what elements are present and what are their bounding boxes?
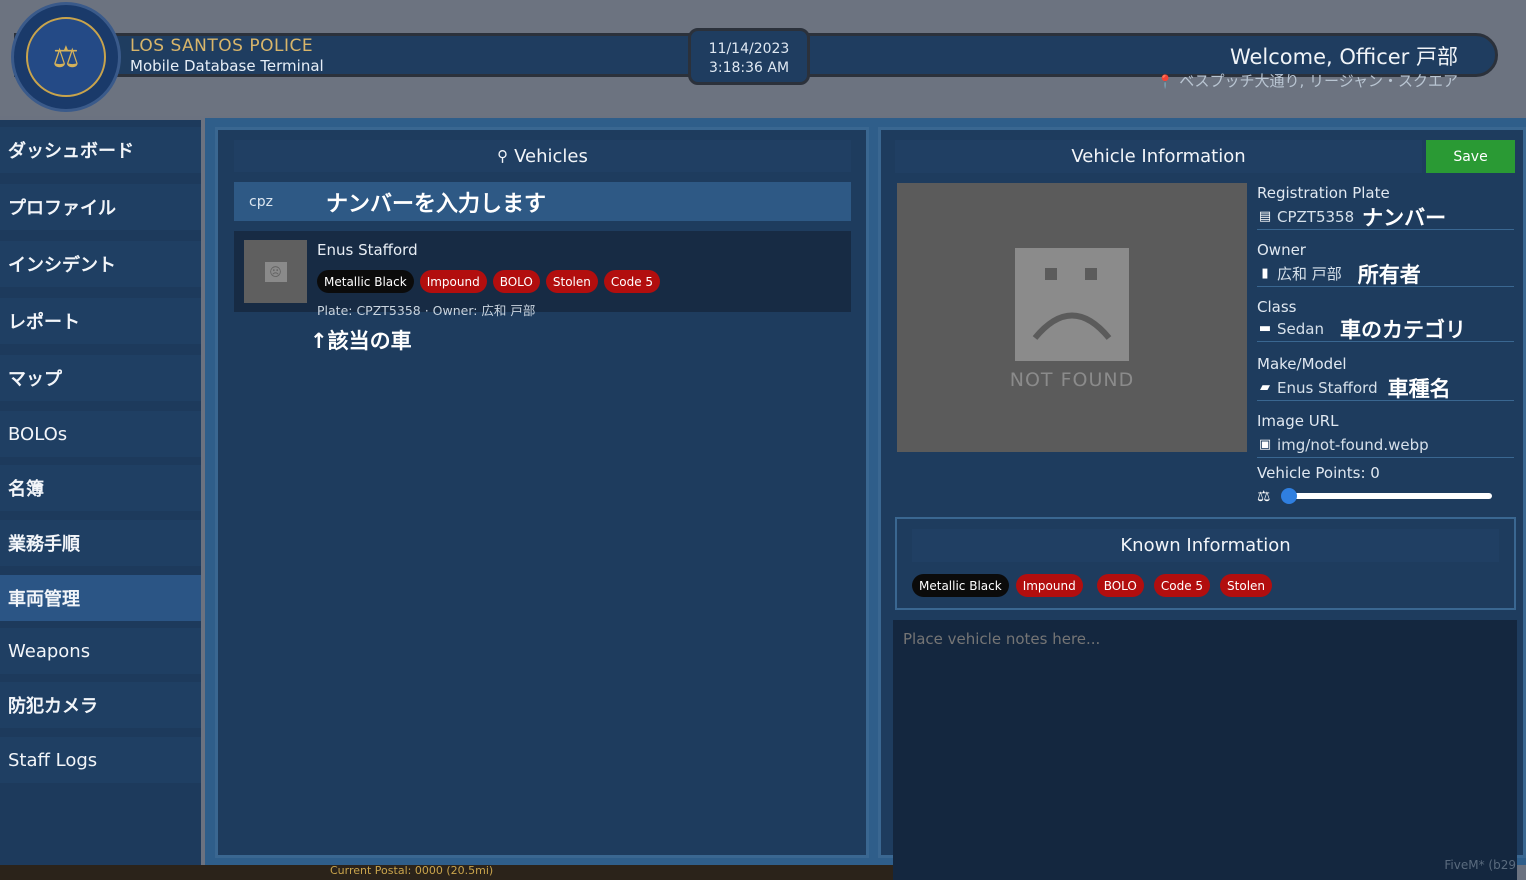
make-label: Make/Model <box>1257 355 1347 373</box>
sidebar-item-map[interactable]: マップ <box>0 355 201 401</box>
frown-icon <box>1032 312 1112 340</box>
known-tag-stolen: Stolen <box>1220 574 1273 597</box>
welcome-text: Welcome, Officer 戸部 <box>1229 45 1458 69</box>
owner-label: Owner <box>1257 241 1306 259</box>
known-tags: Metallic Black Impound BOLO Code 5 Stole… <box>912 574 1273 597</box>
bookmark-icon: ▮ <box>1261 266 1269 281</box>
image-url-label: Image URL <box>1257 412 1339 430</box>
not-found-icon: ☹ <box>264 261 287 282</box>
car-icon: ▰ <box>1260 380 1270 395</box>
known-tag-bolo: BOLO <box>1096 574 1144 597</box>
class-annotation: 車のカテゴリ <box>1339 317 1466 342</box>
sidebar-item-dashboard[interactable]: ダッシュボード <box>0 127 201 173</box>
not-found-text: NOT FOUND <box>1009 369 1135 391</box>
lspd-logo: ⚖ <box>11 2 121 112</box>
sidebar-item-roster[interactable]: 名簿 <box>0 465 201 511</box>
sidebar-item-weapons[interactable]: Weapons <box>0 628 201 674</box>
known-information-box: Known Information Metallic Black Impound… <box>895 517 1516 610</box>
scale-icon: ⚖ <box>1257 487 1271 505</box>
owner-annotation: 所有者 <box>1357 262 1421 287</box>
class-label: Class <box>1257 298 1297 316</box>
sidebar-item-vehicles[interactable]: 車両管理 <box>0 575 201 621</box>
tag-color: Metallic Black <box>317 270 414 293</box>
id-card-icon: ▤ <box>1258 209 1272 224</box>
clock-time: 3:18:36 AM <box>708 60 790 76</box>
clock: 11/14/2023 3:18:36 AM <box>688 28 810 85</box>
vehicle-image: NOT FOUND <box>897 183 1247 452</box>
image-url-field[interactable]: ▣ img/not-found.webp <box>1257 432 1514 458</box>
known-tag-impound: Impound <box>1015 574 1083 597</box>
result-tags: Metallic Black Impound BOLO Stolen Code … <box>317 270 661 293</box>
class-field[interactable]: ▬ Sedan 車のカテゴリ <box>1257 316 1514 342</box>
sidebar: ダッシュボード プロファイル インシデント レポート マップ BOLOs 名簿 … <box>0 120 201 865</box>
known-tag-color: Metallic Black <box>912 574 1009 597</box>
class-value: Sedan <box>1277 319 1324 338</box>
sidebar-item-incidents[interactable]: インシデント <box>0 241 201 287</box>
sidebar-item-profile[interactable]: プロファイル <box>0 184 201 230</box>
sidebar-item-reports[interactable]: レポート <box>0 298 201 344</box>
tag-stolen: Stolen <box>545 270 598 293</box>
result-meta: Plate: CPZT5358 · Owner: 広和 戸部 <box>317 303 536 318</box>
pin-icon: 📍 <box>1157 75 1174 90</box>
vehicle-thumbnail: ☹ <box>244 240 307 303</box>
tag-code5: Code 5 <box>603 270 661 293</box>
plate-annotation: ナンバー <box>1362 205 1447 230</box>
plate-label: Registration Plate <box>1257 184 1390 202</box>
plate-field[interactable]: ▤ CPZT5358 ナンバー <box>1257 204 1514 230</box>
vehicle-result-card[interactable]: ☹ Enus Stafford Metallic Black Impound B… <box>234 231 851 318</box>
badge-icon: ⚖ <box>26 17 106 97</box>
plate-value: CPZT5358 <box>1277 207 1355 226</box>
make-annotation: 車種名 <box>1387 376 1451 401</box>
clock-date: 11/14/2023 <box>708 41 790 57</box>
result-name: Enus Stafford <box>317 241 418 259</box>
search-value: cpz <box>249 193 273 210</box>
tag-impound: Impound <box>419 270 487 293</box>
vehicle-search-input[interactable]: cpz ナンバーを入力します <box>234 182 851 221</box>
make-field[interactable]: ▰ Enus Stafford 車種名 <box>1257 375 1514 401</box>
org-name: LOS SANTOS POLICE <box>130 36 314 56</box>
vehicle-points-label: Vehicle Points: 0 <box>1257 464 1380 482</box>
vehicle-notes-textarea[interactable] <box>893 620 1517 880</box>
search-icon: ⚲ <box>497 147 509 165</box>
result-annotation: ↑該当の車 <box>310 329 412 353</box>
slider-track[interactable] <box>1285 493 1492 499</box>
vehicle-points-slider[interactable]: ⚖ <box>1257 486 1514 506</box>
slider-thumb[interactable] <box>1281 488 1297 504</box>
sidebar-item-bolos[interactable]: BOLOs <box>0 411 201 457</box>
image-url-value: img/not-found.webp <box>1277 435 1429 454</box>
vehicle-info-header: Vehicle Information <box>895 140 1422 173</box>
folder-icon: ▬ <box>1258 321 1272 336</box>
vehicles-title: Vehicles <box>514 145 588 167</box>
image-icon: ▣ <box>1258 437 1272 452</box>
owner-value: 広和 戸部 <box>1277 265 1342 283</box>
fivem-watermark: FiveM* (b29 <box>1444 858 1516 872</box>
sidebar-item-cameras[interactable]: 防犯カメラ <box>0 682 201 728</box>
save-button[interactable]: Save <box>1426 140 1515 173</box>
owner-field[interactable]: ▮ 広和 戸部 所有者 <box>1257 261 1514 287</box>
sidebar-item-sop[interactable]: 業務手順 <box>0 520 201 566</box>
search-annotation: ナンバーを入力します <box>326 191 547 217</box>
location-text: ベスプッチ大通り, リージャン・スクエア <box>1179 72 1458 90</box>
tag-bolo: BOLO <box>492 270 540 293</box>
known-tag-code5: Code 5 <box>1153 574 1211 597</box>
sad-face-icon <box>1015 248 1129 361</box>
hud-postal-text: Current Postal: 0000 (20.5mi) <box>330 864 494 877</box>
sidebar-item-staff-logs[interactable]: Staff Logs <box>0 737 201 783</box>
make-value: Enus Stafford <box>1277 378 1378 397</box>
vehicles-panel-header: ⚲ Vehicles <box>234 140 851 172</box>
location: 📍 ベスプッチ大通り, リージャン・スクエア <box>1157 70 1458 91</box>
known-information-title: Known Information <box>912 529 1499 562</box>
org-subtitle: Mobile Database Terminal <box>130 57 324 75</box>
